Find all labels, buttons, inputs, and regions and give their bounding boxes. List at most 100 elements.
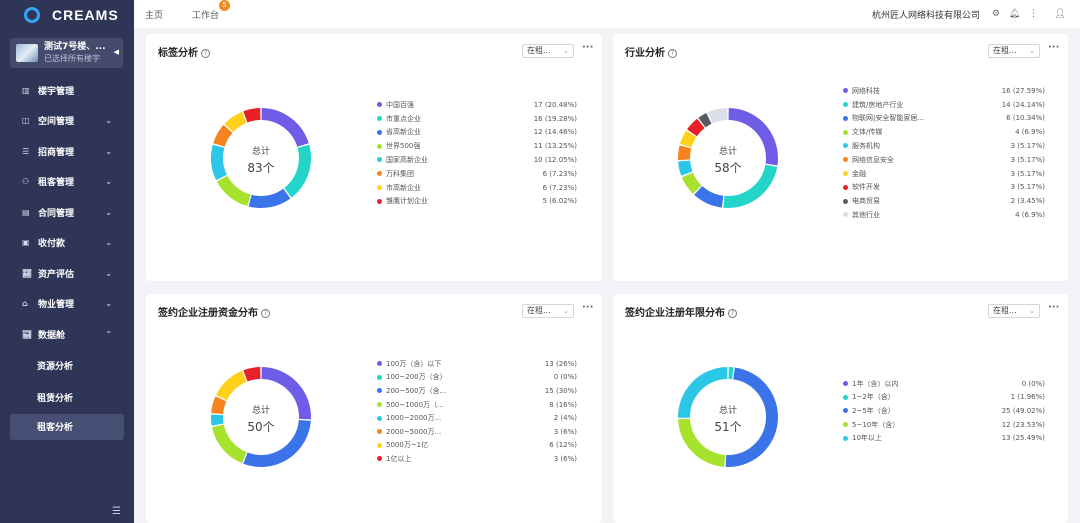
donut-total-value: 58个 bbox=[714, 161, 742, 175]
donut-segment-6[interactable] bbox=[680, 130, 697, 148]
contract-icon: ▤ bbox=[22, 207, 30, 217]
donut-segment-3[interactable] bbox=[216, 175, 251, 207]
legend-item[interactable]: 其他行业 4 (6.9%) bbox=[843, 208, 1045, 222]
donut-segment-5[interactable] bbox=[213, 124, 233, 148]
legend-item[interactable]: 物联网|安全智能家居... 6 (10.34%) bbox=[843, 112, 1045, 126]
sidebar-item-8[interactable]: 📊︎ 数据舱 ⌃ bbox=[0, 319, 134, 350]
donut-segment-4[interactable] bbox=[678, 160, 693, 176]
donut-segment-3[interactable] bbox=[681, 172, 702, 194]
legend-item[interactable]: 市重点企业 16 (19.28%) bbox=[377, 112, 577, 126]
help-icon[interactable]: ? bbox=[668, 49, 677, 58]
sidebar-item-3[interactable]: ⚇ 租客管理 ⌄ bbox=[0, 167, 134, 198]
legend-item[interactable]: 5000万~1亿 6 (12%) bbox=[377, 439, 577, 453]
legend-item[interactable]: 1~2年（含） 1 (1.96%) bbox=[843, 391, 1045, 405]
legend-item[interactable]: 文体/传媒 4 (6.9%) bbox=[843, 125, 1045, 139]
legend-item[interactable]: 1000~2000万... 2 (4%) bbox=[377, 411, 577, 425]
sidebar-item-5[interactable]: ▣ 收付款 ⌄ bbox=[0, 228, 134, 259]
legend-item[interactable]: 市高新企业 6 (7.23%) bbox=[377, 181, 577, 195]
legend-item[interactable]: 雏鹰计划企业 5 (6.02%) bbox=[377, 195, 577, 209]
sidebar-item-0[interactable]: ▥ 楼宇管理 bbox=[0, 75, 134, 106]
donut-segment-9[interactable] bbox=[707, 108, 728, 124]
building-name: 测试7号楼、... bbox=[44, 42, 106, 52]
status-select[interactable]: 在租... ⌄ bbox=[522, 44, 574, 58]
donut-segment-2[interactable] bbox=[248, 188, 291, 208]
legend-item[interactable]: 100~200万（含） 0 (0%) bbox=[377, 371, 577, 385]
legend-item[interactable]: 5~10年（含） 12 (23.53%) bbox=[843, 418, 1045, 432]
legend-dot bbox=[377, 456, 382, 462]
legend-item[interactable]: 网络科技 16 (27.59%) bbox=[843, 84, 1045, 98]
legend-label: 1~2年（含） bbox=[852, 393, 895, 402]
legend-item[interactable]: 省高新企业 12 (14.46%) bbox=[377, 126, 577, 140]
legend-value: 3 (5.17%) bbox=[1010, 141, 1045, 150]
legend-item[interactable]: 金融 3 (5.17%) bbox=[843, 167, 1045, 181]
bell-icon[interactable]: 🔔︎ bbox=[1009, 9, 1020, 19]
legend-item[interactable]: 国家高新企业 10 (12.05%) bbox=[377, 153, 577, 167]
legend-item[interactable]: 建筑/房地产行业 14 (24.14%) bbox=[843, 98, 1045, 112]
legend-item[interactable]: 软件开发 3 (5.17%) bbox=[843, 181, 1045, 195]
sidebar-subitem-2[interactable]: 租客分析 bbox=[10, 413, 124, 440]
legend-item[interactable]: 万科集团 6 (7.23%) bbox=[377, 167, 577, 181]
donut-segment-7[interactable] bbox=[243, 367, 261, 382]
legend-item[interactable]: 10年以上 13 (25.49%) bbox=[843, 431, 1045, 445]
legend-value: 2 (4%) bbox=[553, 414, 577, 423]
company-name[interactable]: 杭州匠人网络科技有限公司 bbox=[872, 8, 980, 21]
sidebar-subitem-1[interactable]: 租赁分析 bbox=[0, 382, 134, 414]
collapse-menu-icon[interactable]: ☰ bbox=[112, 506, 121, 517]
legend-item[interactable]: 世界500强 11 (13.25%) bbox=[377, 139, 577, 153]
more-vertical-icon[interactable]: ⋮ bbox=[1029, 9, 1038, 19]
tab-home[interactable]: 主页 bbox=[145, 8, 163, 21]
status-select[interactable]: 在租... ⌄ bbox=[522, 304, 574, 318]
settings-icon[interactable]: ⚙ bbox=[992, 9, 1000, 19]
status-select[interactable]: 在租... ⌄ bbox=[988, 304, 1040, 318]
sidebar-item-4[interactable]: ▤ 合同管理 ⌄ bbox=[0, 197, 134, 228]
more-options-icon[interactable]: ··· bbox=[582, 42, 593, 53]
logo[interactable]: CREAMS bbox=[0, 0, 134, 30]
legend-item[interactable]: 中国百强 17 (20.48%) bbox=[377, 98, 577, 112]
donut-segment-5[interactable] bbox=[678, 145, 692, 160]
legend-item[interactable]: 200~500万（含... 15 (30%) bbox=[377, 384, 577, 398]
donut-segment-4[interactable] bbox=[211, 414, 224, 426]
status-select[interactable]: 在租... ⌄ bbox=[988, 44, 1040, 58]
building-thumbnail bbox=[16, 44, 38, 62]
donut-chart[interactable] bbox=[672, 361, 784, 473]
legend-item[interactable]: 2000~5000万... 3 (6%) bbox=[377, 425, 577, 439]
donut-chart[interactable] bbox=[205, 102, 317, 214]
donut-segment-4[interactable] bbox=[211, 144, 228, 181]
sidebar-item-1[interactable]: ◫ 空间管理 ⌄ bbox=[0, 106, 134, 137]
donut-segment-7[interactable] bbox=[243, 108, 261, 123]
donut-segment-0[interactable] bbox=[261, 108, 309, 148]
donut-segment-8[interactable] bbox=[698, 112, 712, 128]
legend-item[interactable]: 1年（含）以内 0 (0%) bbox=[843, 377, 1045, 391]
more-options-icon[interactable]: ··· bbox=[582, 302, 593, 313]
user-icon[interactable]: 👤︎ bbox=[1055, 9, 1066, 19]
legend-item[interactable]: 服务机构 3 (5.17%) bbox=[843, 139, 1045, 153]
sidebar-item-6[interactable]: 📈︎ 资产评估 ⌄ bbox=[0, 258, 134, 289]
donut-segment-7[interactable] bbox=[687, 118, 705, 137]
more-options-icon[interactable]: ··· bbox=[1048, 302, 1059, 313]
sidebar-item-2[interactable]: ☰ 招商管理 ⌄ bbox=[0, 136, 134, 167]
donut-chart[interactable] bbox=[672, 102, 784, 214]
donut-segment-5[interactable] bbox=[211, 396, 227, 415]
more-options-icon[interactable]: ··· bbox=[1048, 42, 1059, 53]
legend-item[interactable]: 电商贸易 2 (3.45%) bbox=[843, 194, 1045, 208]
help-icon[interactable]: ? bbox=[728, 309, 737, 318]
donut-segment-2[interactable] bbox=[694, 185, 724, 208]
donut-chart[interactable] bbox=[205, 361, 317, 473]
legend-item[interactable]: 网络信息安全 3 (5.17%) bbox=[843, 153, 1045, 167]
legend-dot bbox=[377, 198, 382, 204]
legend-item[interactable]: 100万（含）以下 13 (26%) bbox=[377, 357, 577, 371]
sidebar-subitem-0[interactable]: 资源分析 bbox=[0, 350, 134, 382]
donut-segment-6[interactable] bbox=[216, 370, 247, 401]
help-icon[interactable]: ? bbox=[201, 49, 210, 58]
donut-segment-6[interactable] bbox=[224, 111, 247, 133]
legend-item[interactable]: 2~5年（含） 25 (49.02%) bbox=[843, 404, 1045, 418]
legend-item[interactable]: 1亿以上 3 (6%) bbox=[377, 452, 577, 466]
card-title: 签约企业注册资金分布? bbox=[158, 304, 270, 319]
building-selector[interactable]: 测试7号楼、... 已选择所有楼宇 ◀ bbox=[10, 38, 123, 68]
card-title: 行业分析? bbox=[625, 44, 677, 59]
tab-workbench[interactable]: 工作台 5 bbox=[192, 0, 231, 21]
legend-item[interactable]: 500~1000万（... 8 (16%) bbox=[377, 398, 577, 412]
legend-label: 100~200万（含） bbox=[386, 373, 447, 382]
help-icon[interactable]: ? bbox=[261, 309, 270, 318]
sidebar-item-7[interactable]: ⌂ 物业管理 ⌄ bbox=[0, 289, 134, 320]
